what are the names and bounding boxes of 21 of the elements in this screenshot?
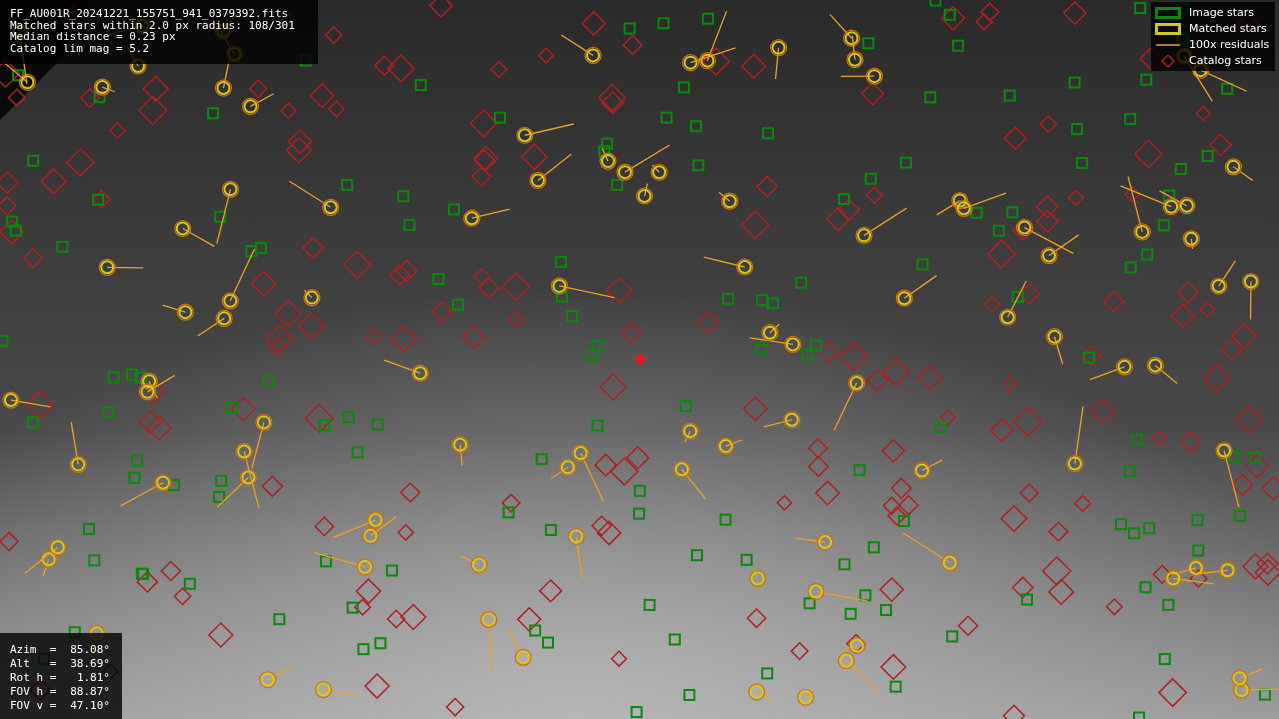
legend-label: Matched stars bbox=[1189, 22, 1267, 35]
legend-label: 100x residuals bbox=[1189, 38, 1270, 51]
legend-label: Catalog stars bbox=[1189, 54, 1262, 67]
pointing-label: Rot h = bbox=[10, 671, 57, 685]
image-star-swatch-icon bbox=[1155, 6, 1181, 19]
pointing-value: 1.81° bbox=[76, 671, 110, 685]
info-text: FF_AU001R_20241221_155751_941_0379392.fits bbox=[10, 8, 290, 20]
info-text: Matched stars within 2.0 px radius: 108/301 bbox=[10, 19, 296, 31]
legend-label: Image stars bbox=[1189, 6, 1254, 19]
pointing-label: Alt = bbox=[10, 657, 57, 671]
pointing-label: FOV v = bbox=[10, 699, 57, 713]
info-text: Median distance = 0.23 px bbox=[10, 31, 176, 43]
pointing-value: 47.10° bbox=[70, 699, 110, 713]
crosshair-icon bbox=[634, 353, 646, 365]
info-text: Catalog lim mag = 5.2 bbox=[10, 42, 151, 54]
pointing-value: 38.69° bbox=[70, 657, 110, 671]
pointing-label: Azim = bbox=[10, 643, 57, 657]
matched-star-swatch-icon bbox=[1155, 22, 1181, 35]
pointing-value: 88.87° bbox=[70, 685, 110, 699]
pointing-value: 85.08° bbox=[70, 643, 110, 657]
pointing-label: FOV h = bbox=[10, 685, 57, 699]
